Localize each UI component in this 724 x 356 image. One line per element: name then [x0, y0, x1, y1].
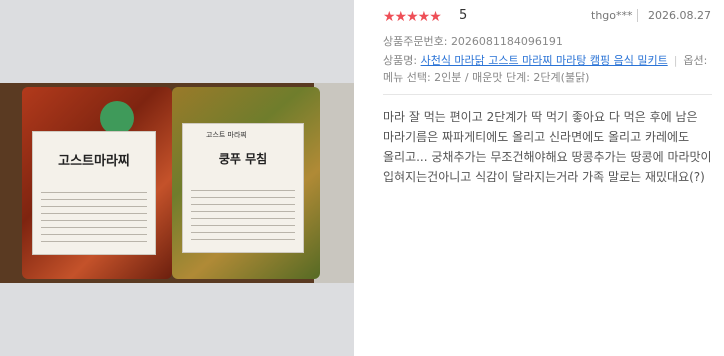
right-package-tag: 고스트 마라찌	[206, 131, 247, 139]
menu-selection: 메뉴 선택: 2인분 / 매운맛 단계: 2단계(불닭)	[383, 71, 590, 84]
section-divider	[383, 94, 712, 95]
product-label: 상품명:	[383, 54, 418, 67]
review-date: 2026.08.27	[648, 9, 711, 22]
order-number-value: 2026081184096191	[450, 35, 563, 48]
left-package-label: 고스트마라찌	[32, 131, 156, 255]
label-text-lines	[191, 184, 295, 242]
option-label: 옵션:	[683, 54, 708, 67]
order-number: 상품주문번호: 2026081184096191	[383, 33, 563, 49]
order-number-label: 상품주문번호:	[383, 35, 448, 48]
product-info: 상품명: 사천식 마라닭 고스트 마라찌 마라탕 캠핑 음식 밀키트 | 옵션:	[383, 52, 707, 68]
rating-value: 5	[459, 8, 468, 23]
right-package-label: 쿵푸 무침	[182, 123, 304, 253]
star-rating-icons: ★★★★★	[383, 9, 442, 25]
reviewer-id: thgo***	[591, 9, 633, 22]
right-package-title: 쿵푸 무침	[218, 152, 268, 166]
divider	[637, 9, 638, 22]
product-link[interactable]: 사천식 마라닭 고스트 마라찌 마라탕 캠핑 음식 밀키트	[421, 54, 668, 67]
divider: |	[673, 54, 678, 67]
review-photo-panel: 고스트마라찌 쿵푸 무침 고스트 마라찌	[0, 0, 354, 356]
review-photo[interactable]: 고스트마라찌 쿵푸 무침 고스트 마라찌	[0, 83, 354, 283]
photo-background	[314, 83, 354, 283]
package-sticker	[100, 101, 134, 135]
label-text-lines	[41, 186, 147, 244]
review-text: 마라 잘 먹는 편이고 2단계가 딱 먹기 좋아요 다 먹은 후에 남은 마라기…	[383, 110, 712, 184]
left-package-title: 고스트마라찌	[58, 154, 130, 169]
